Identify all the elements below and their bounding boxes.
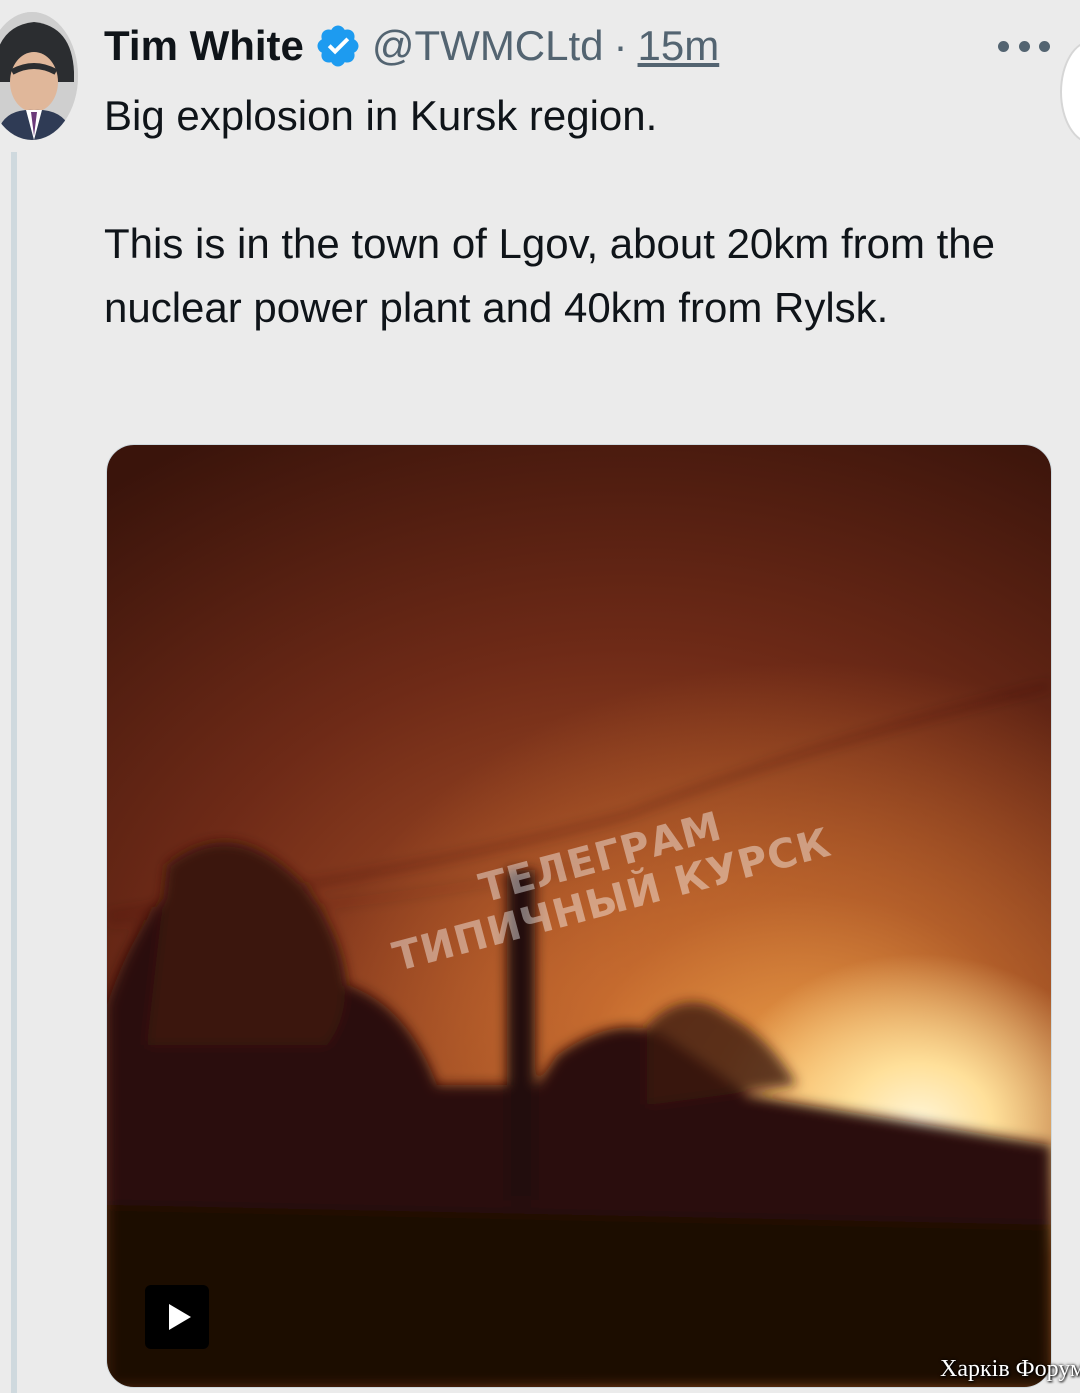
tweet-header: Tim White @TWMCLtd · 15m bbox=[104, 14, 719, 78]
more-dot bbox=[1039, 40, 1050, 52]
tweet-text: Big explosion in Kursk region. This is i… bbox=[104, 84, 1004, 340]
more-options-icon[interactable] bbox=[998, 26, 1050, 66]
tweet-video[interactable]: ТЕЛЕГРАМ ТИПИЧНЫЙ КУРСК bbox=[106, 444, 1052, 1388]
tweet-text-paragraph: Big explosion in Kursk region. bbox=[104, 92, 658, 139]
user-handle[interactable]: @TWMCLtd bbox=[372, 14, 604, 78]
display-name[interactable]: Tim White bbox=[104, 14, 304, 78]
separator-dot: · bbox=[613, 22, 628, 69]
thread-line bbox=[11, 152, 17, 1393]
play-button[interactable] bbox=[145, 1285, 209, 1349]
floating-scroll-button[interactable] bbox=[1060, 40, 1080, 144]
avatar[interactable] bbox=[0, 12, 78, 140]
tweet-text-paragraph: This is in the town of Lgov, about 20km … bbox=[104, 220, 996, 331]
play-icon bbox=[168, 1304, 191, 1330]
timestamp-link[interactable]: 15m bbox=[638, 14, 720, 78]
more-dot bbox=[998, 40, 1009, 52]
more-dot bbox=[1018, 40, 1030, 52]
forum-watermark: Харків Форум bbox=[940, 1356, 1080, 1382]
verified-badge-icon bbox=[314, 22, 362, 70]
